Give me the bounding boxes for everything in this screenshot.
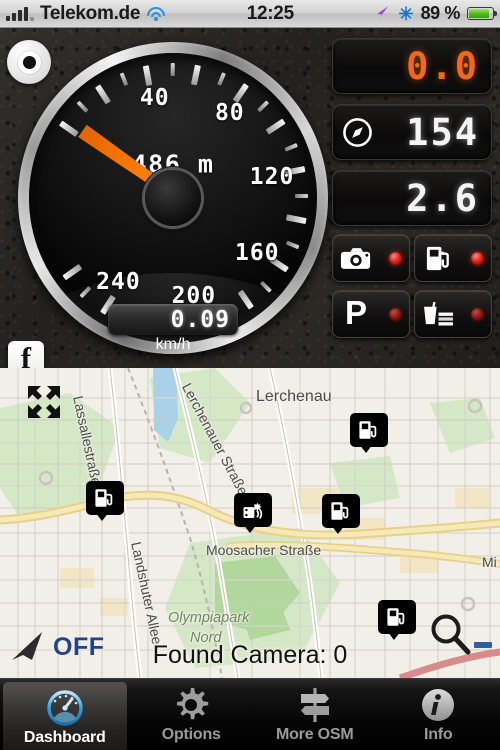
app-root: Telekom.de 12:25 ✳ 89 % f 40 80 120 160 …	[0, 0, 500, 750]
fuel-pump-icon	[378, 600, 416, 634]
distance-readout-value: 2.6	[406, 176, 479, 220]
bluetooth-icon: ✳	[398, 3, 414, 24]
info-icon	[419, 686, 457, 724]
tab-label: More OSM	[275, 725, 354, 743]
speedometer-gauge[interactable]: 40 80 120 160 200 240 486 m 0.09 km/h	[18, 42, 328, 354]
gauge-tick	[285, 214, 307, 225]
heading-readout-value: 154	[406, 110, 479, 154]
gear-icon	[172, 686, 210, 724]
gauge-tick	[284, 143, 298, 152]
fuel-station-marker[interactable]	[350, 413, 388, 453]
status-bar-left: Telekom.de	[0, 3, 166, 25]
fuel-pump-icon	[322, 494, 360, 528]
gauge-scale-label: 80	[214, 100, 245, 127]
fuel-station-marker[interactable]	[86, 481, 124, 521]
fuel-station-marker[interactable]	[322, 494, 360, 534]
gauge-tick	[95, 84, 111, 105]
location-arrow-icon	[377, 6, 389, 20]
gauge-tick	[76, 100, 89, 113]
tab-label: Options	[161, 725, 221, 743]
fuel-poi-led	[471, 251, 484, 265]
compass-status-group[interactable]: OFF	[8, 630, 105, 664]
food-poi-led	[471, 307, 484, 321]
trip-readout-panel[interactable]: 0.0	[332, 38, 492, 94]
digital-speed-display: 0.09	[108, 304, 238, 335]
fuel-poi-toggle[interactable]	[414, 234, 492, 282]
gauge-tick	[257, 100, 270, 113]
tab-label: Dashboard	[23, 728, 106, 746]
tab-dashboard[interactable]: Dashboard	[3, 682, 127, 750]
parking-poi-led	[389, 307, 402, 321]
fuel-pump-icon	[350, 413, 388, 447]
location-arrow-icon	[12, 632, 42, 660]
tab-more-osm[interactable]: More OSM	[253, 679, 377, 750]
fuel-pump-icon	[86, 481, 124, 515]
magnifier-icon[interactable]	[428, 612, 472, 656]
distance-readout-panel[interactable]: 2.6	[332, 170, 492, 226]
camera-poi-toggle[interactable]	[332, 234, 410, 282]
food-drink-icon	[421, 299, 455, 329]
gauge-scale-label: 240	[96, 268, 141, 295]
minus-icon[interactable]	[474, 642, 492, 648]
signpost-icon	[295, 686, 335, 724]
fuel-station-marker[interactable]	[378, 600, 416, 640]
gauge-tick	[190, 64, 201, 86]
gauge-scale-label: 120	[249, 164, 295, 191]
heading-readout-panel[interactable]: 154	[332, 104, 492, 160]
gauge-tick	[58, 120, 79, 137]
parking-p-icon: P	[344, 294, 367, 331]
camera-icon	[339, 243, 373, 273]
trip-readout-value: 0.0	[406, 44, 479, 88]
speed-camera-icon	[234, 493, 272, 527]
status-bar: Telekom.de 12:25 ✳ 89 %	[0, 0, 500, 28]
signal-bars-icon	[6, 6, 34, 21]
food-poi-toggle[interactable]	[414, 290, 492, 338]
tab-label: Info	[423, 725, 453, 743]
gauge-scale-label: 160	[234, 239, 280, 266]
gauge-tick	[119, 72, 129, 86]
gauge-tick	[142, 65, 153, 86]
gauge-tick	[170, 62, 175, 77]
expand-arrows-icon[interactable]	[24, 382, 64, 422]
gauge-tick	[237, 289, 254, 310]
fuel-pump-icon	[421, 243, 455, 273]
gauge-tick	[265, 118, 286, 135]
digital-speed-value: 0.09	[170, 306, 230, 333]
clock-label: 12:25	[246, 2, 294, 24]
gauge-icon	[45, 689, 85, 727]
gauge-tick	[79, 285, 92, 299]
compass-status-label: OFF	[53, 632, 105, 661]
gauge-hub	[145, 170, 201, 226]
compass-icon	[343, 117, 372, 147]
gauge-tick	[62, 263, 83, 281]
found-camera-status: Found Camera: 0	[152, 641, 348, 669]
wifi-icon	[146, 6, 166, 21]
parking-poi-toggle[interactable]: P	[332, 290, 410, 338]
speed-camera-marker[interactable]	[234, 493, 272, 533]
carrier-label: Telekom.de	[40, 2, 141, 24]
tab-options[interactable]: Options	[130, 679, 254, 750]
status-bar-center: 12:25	[166, 3, 374, 25]
gauge-tick	[259, 280, 272, 293]
dashboard-panel: f 40 80 120 160 200 240 486 m 0.09 km/h …	[0, 28, 500, 368]
gauge-tick	[295, 194, 308, 198]
gauge-tick	[285, 240, 300, 250]
gauge-tick	[217, 72, 226, 86]
gauge-scale-label: 40	[139, 84, 170, 111]
status-bar-right: ✳ 89 %	[374, 3, 500, 24]
tab-info[interactable]: Info	[377, 679, 500, 750]
battery-percent-label: 89 %	[420, 3, 461, 23]
map-view[interactable]: Lerchenau Lerchenauer Straße Lassallestr…	[0, 368, 500, 678]
tab-bar: Dashboard Options More OSM Info	[0, 678, 500, 750]
battery-icon	[467, 7, 497, 20]
camera-poi-led	[389, 251, 402, 265]
speed-unit-label: km/h	[155, 336, 191, 353]
